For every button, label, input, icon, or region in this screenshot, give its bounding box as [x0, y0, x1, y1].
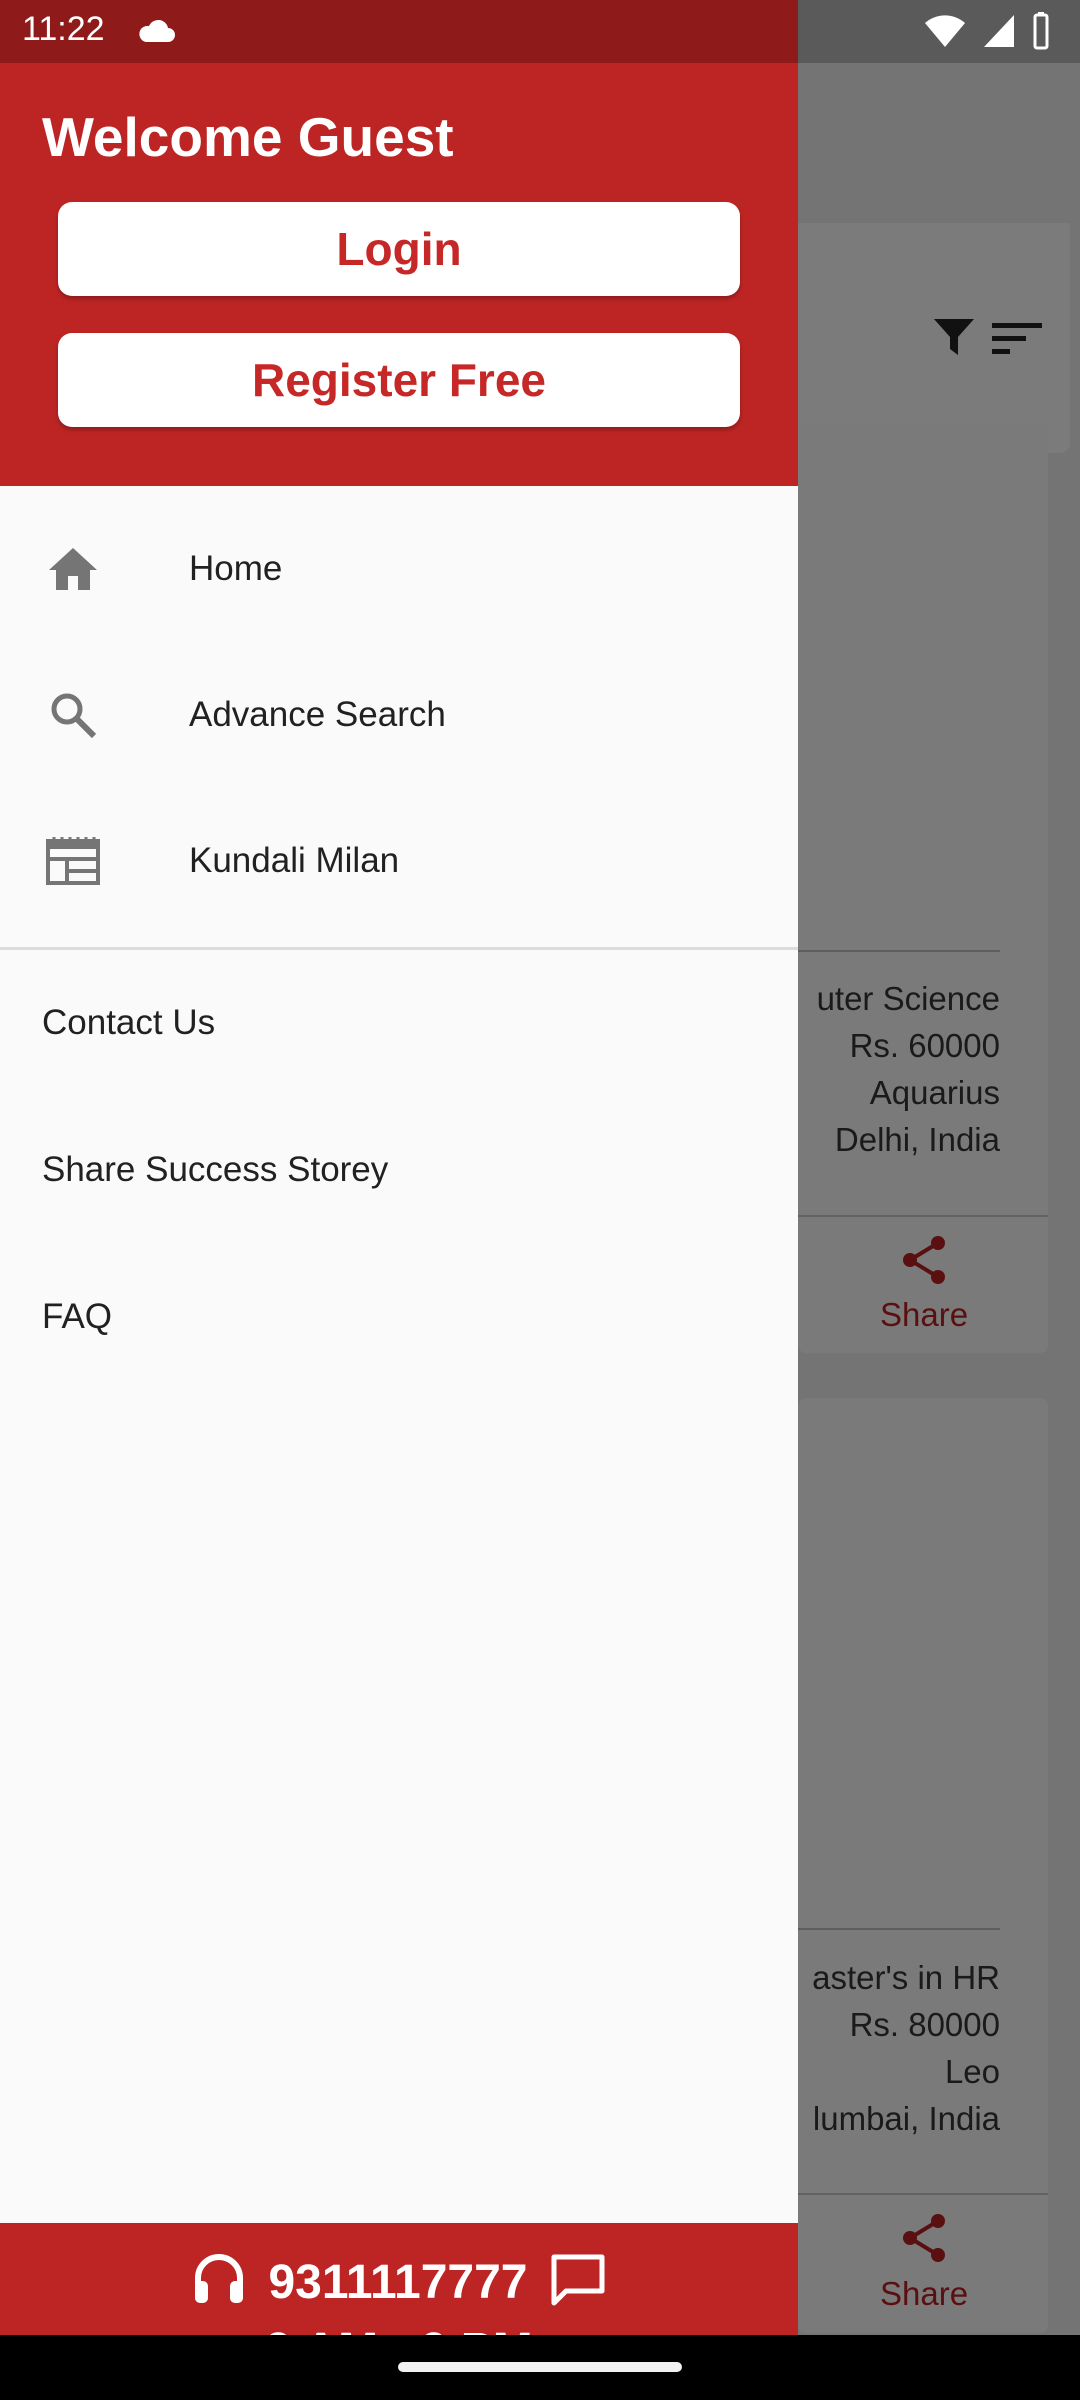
welcome-title: Welcome Guest	[42, 106, 454, 168]
sort-icon	[990, 319, 1044, 364]
background-card-2-line	[798, 1928, 1000, 1930]
share-label: Share	[880, 1296, 969, 1333]
menu-item-share-success-storey[interactable]: Share Success Storey	[0, 1097, 798, 1243]
menu-item-label: Advance Search	[189, 695, 446, 734]
navigation-drawer: Welcome Guest Login Register Free Home A…	[0, 63, 798, 2398]
background-card-1-line4: Delhi, India	[834, 1121, 1000, 1158]
calendar-icon	[44, 832, 102, 890]
menu-item-kundali-milan[interactable]: Kundali Milan	[0, 788, 798, 934]
cloud-icon	[136, 18, 176, 49]
background-card-1-line1: uter Science	[816, 980, 1000, 1017]
menu-item-label: Contact Us	[42, 1003, 216, 1042]
background-card-1-line2: Rs. 60000	[849, 1027, 1000, 1064]
chat-icon[interactable]	[550, 2253, 606, 2312]
wifi-icon	[924, 13, 966, 54]
status-bar: 11:22	[0, 0, 1080, 63]
contact-row: 9311117777	[0, 2251, 798, 2314]
register-button[interactable]: Register Free	[58, 333, 740, 427]
status-bar-drawer-area	[0, 0, 798, 63]
background-card-1-line3: Aquarius	[869, 1074, 1000, 1111]
login-button[interactable]: Login	[58, 202, 740, 296]
menu-item-advance-search[interactable]: Advance Search	[0, 642, 798, 788]
home-icon	[44, 540, 102, 598]
background-card-2-line4: lumbai, India	[812, 2100, 1000, 2137]
menu-item-faq[interactable]: FAQ	[0, 1244, 798, 1390]
search-icon	[44, 686, 102, 744]
background-toolbar	[798, 223, 1070, 453]
background-card-2-line1: aster's in HR	[812, 1959, 1000, 1996]
menu-item-label: Share Success Storey	[42, 1150, 389, 1189]
menu-item-home[interactable]: Home	[0, 496, 798, 642]
background-card-2-line3: Leo	[944, 2053, 1000, 2090]
signal-icon	[982, 13, 1016, 54]
background-card-1-divider	[798, 1215, 1048, 1217]
share-icon	[900, 1235, 950, 1290]
home-gesture-handle[interactable]	[398, 2362, 682, 2372]
background-card-1-line	[798, 950, 1000, 952]
background-card-2-divider	[798, 2193, 1048, 2195]
share-label: Share	[880, 2275, 969, 2312]
filter-icon	[932, 315, 976, 364]
share-icon	[900, 2213, 950, 2268]
headset-icon[interactable]	[192, 2251, 246, 2314]
battery-icon	[1032, 12, 1050, 55]
status-icons	[924, 12, 1050, 55]
contact-phone[interactable]: 9311117777	[268, 2255, 527, 2310]
menu-item-label: Kundali Milan	[189, 841, 400, 880]
background-card-1	[798, 423, 1048, 1353]
menu-item-contact-us[interactable]: Contact Us	[0, 950, 798, 1096]
status-time: 11:22	[22, 10, 105, 48]
drawer-header: Welcome Guest Login Register Free	[0, 63, 798, 486]
system-navigation-bar	[0, 2335, 1080, 2400]
background-card-2-line2: Rs. 80000	[849, 2006, 1000, 2043]
menu-item-label: FAQ	[42, 1297, 113, 1336]
background-app: uter Science Rs. 60000 Aquarius Delhi, I…	[798, 63, 1080, 2335]
menu-item-label: Home	[189, 549, 283, 588]
